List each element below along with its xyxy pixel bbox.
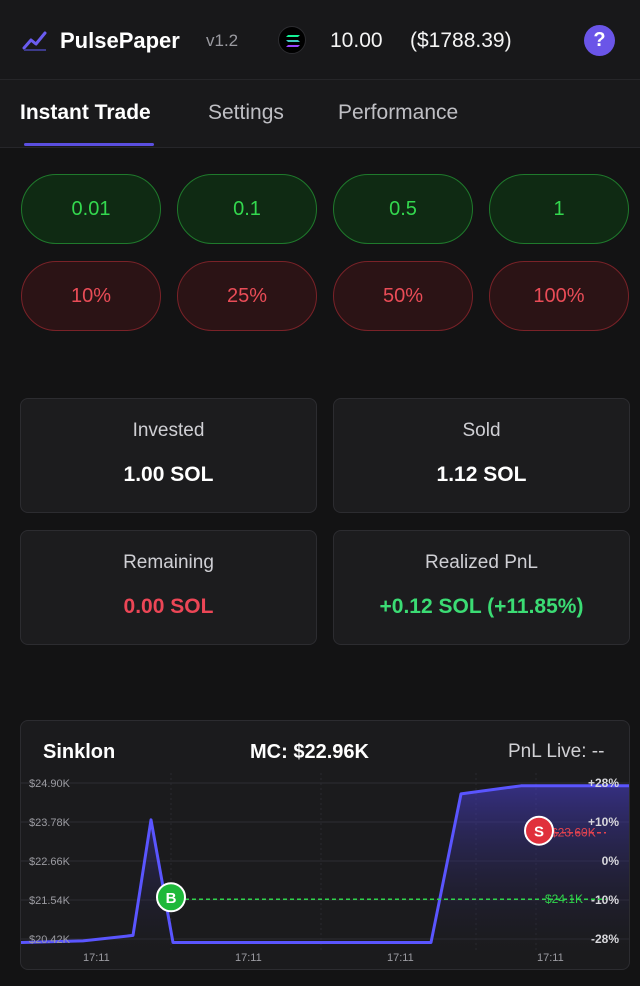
- usd-balance: ($1788.39): [410, 29, 512, 52]
- y-tick-label: $23.78K: [29, 817, 71, 829]
- pnl-tick-label: 0%: [602, 854, 620, 868]
- solana-icon: [278, 26, 306, 54]
- realized-pnl-value: +0.12 SOL (+11.85%): [379, 595, 584, 618]
- price-chart-panel: Sinklon MC: $22.96K PnL Live: -- $24.90K…: [20, 720, 630, 970]
- active-tab-indicator: [24, 143, 154, 146]
- y-tick-label: $22.66K: [29, 856, 71, 868]
- chart-token-name: Sinklon: [43, 741, 116, 763]
- line-chart-icon: [22, 31, 47, 51]
- pnl-live-label: PnL Live: --: [508, 741, 605, 762]
- x-tick-label: 17:11: [83, 952, 110, 964]
- price-area: [21, 785, 629, 953]
- pnl-tick-label: -28%: [591, 932, 619, 946]
- sell-marker-label: S: [534, 824, 544, 841]
- buy-price-label: $24.1K: [545, 892, 583, 906]
- remaining-value: 0.00 SOL: [123, 595, 214, 618]
- buy-button-0.01[interactable]: 0.01: [21, 174, 161, 244]
- remaining-label: Remaining: [123, 552, 214, 573]
- realized-pnl-label: Realized PnL: [424, 552, 539, 573]
- invested-card: Invested 1.00 SOL: [20, 398, 317, 513]
- market-cap-label: MC: $22.96K: [250, 741, 369, 763]
- realized-pnl-card: Realized PnL +0.12 SOL (+11.85%): [333, 530, 630, 645]
- sell-button-100[interactable]: 100%: [489, 261, 629, 331]
- buy-marker-label: B: [166, 890, 177, 907]
- sell-button-10[interactable]: 10%: [21, 261, 161, 331]
- y-tick-label: $24.90K: [29, 778, 71, 790]
- help-button[interactable]: ?: [584, 25, 615, 56]
- sell-button-50[interactable]: 50%: [333, 261, 473, 331]
- pnl-tick-label: +28%: [588, 776, 619, 790]
- tab-instant-trade[interactable]: Instant Trade: [20, 101, 151, 125]
- price-chart[interactable]: $24.90K$23.78K$22.66K$21.54K$20.42K+28%+…: [21, 773, 630, 970]
- app-title: PulsePaper: [60, 28, 180, 53]
- y-tick-label: $21.54K: [29, 895, 71, 907]
- invested-label: Invested: [132, 420, 205, 441]
- x-tick-label: 17:11: [387, 952, 414, 964]
- tab-performance[interactable]: Performance: [338, 101, 458, 125]
- buy-button-1[interactable]: 1: [489, 174, 629, 244]
- x-tick-label: 17:11: [235, 952, 262, 964]
- sol-balance: 10.00: [330, 29, 383, 52]
- tab-settings[interactable]: Settings: [208, 101, 284, 125]
- sold-card: Sold 1.12 SOL: [333, 398, 630, 513]
- sold-value: 1.12 SOL: [436, 463, 527, 486]
- y-tick-label: $20.42K: [29, 934, 71, 946]
- sell-button-25[interactable]: 25%: [177, 261, 317, 331]
- remaining-card: Remaining 0.00 SOL: [20, 530, 317, 645]
- header-bar: PulsePaper v1.2 10.00 ($1788.39) ?: [0, 0, 640, 80]
- x-tick-label: 17:11: [537, 952, 564, 964]
- buy-button-0.5[interactable]: 0.5: [333, 174, 473, 244]
- sell-price-label: $23.60K: [551, 826, 596, 840]
- sold-label: Sold: [462, 420, 501, 441]
- pnl-tick-label: -10%: [591, 893, 619, 907]
- tab-bar: Instant Trade Settings Performance: [0, 80, 640, 148]
- version-label: v1.2: [206, 31, 239, 50]
- buy-button-0.1[interactable]: 0.1: [177, 174, 317, 244]
- invested-value: 1.00 SOL: [123, 463, 214, 486]
